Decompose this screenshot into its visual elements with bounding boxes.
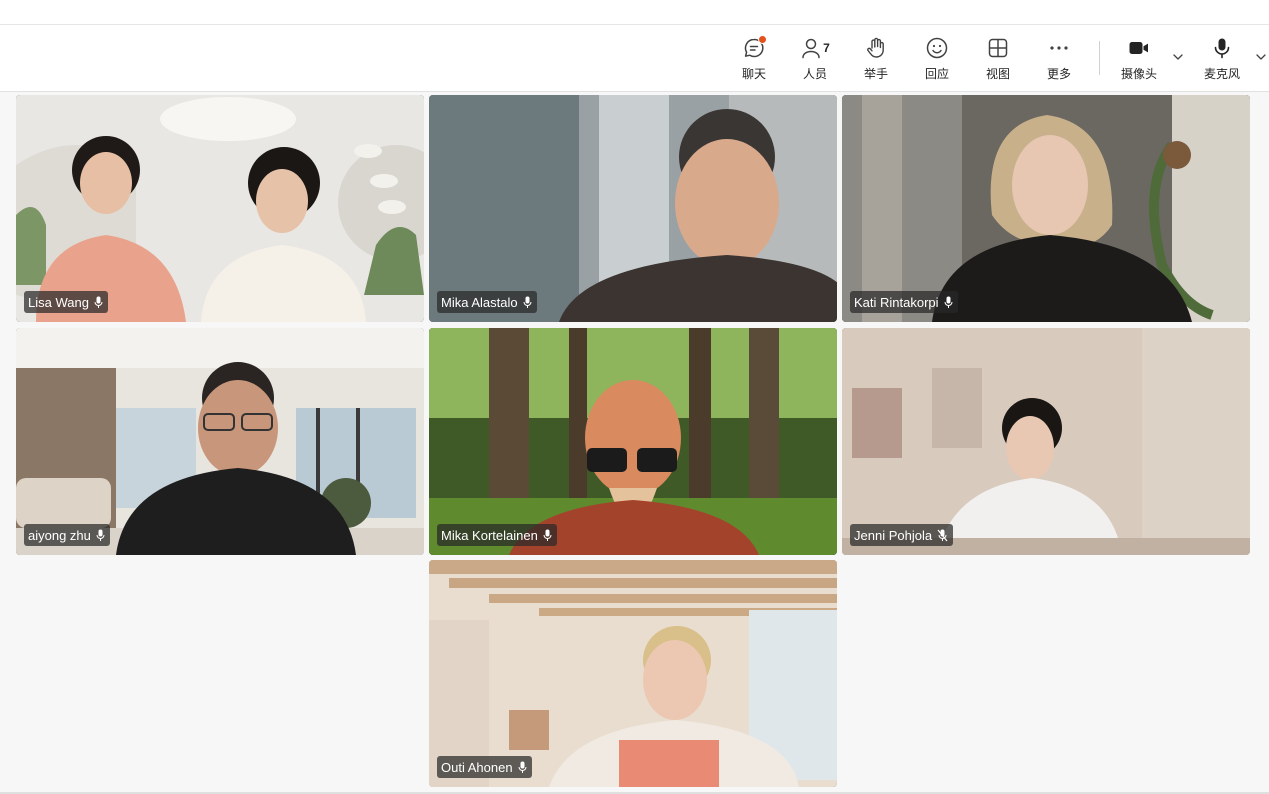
video-feed — [429, 560, 837, 787]
participant-name: Jenni Pohjola — [854, 527, 933, 543]
mic-options-chevron-icon[interactable] — [1254, 50, 1268, 64]
participant-tile-outi-ahonen[interactable]: Outi Ahonen — [429, 560, 837, 787]
participant-name: Outi Ahonen — [441, 759, 513, 775]
microphone-icon — [1214, 38, 1230, 59]
participant-name: Mika Alastalo — [441, 294, 518, 310]
chat-label: 聊天 — [741, 67, 766, 81]
participant-tile-mika-kortelainen[interactable]: Mika Kortelainen — [429, 328, 837, 555]
raise-hand-label: 举手 — [863, 67, 888, 81]
participant-tile-mika-alastalo[interactable]: Mika Alastalo — [429, 95, 837, 322]
react-button[interactable]: 回应 — [912, 35, 962, 85]
people-count: 7 — [823, 41, 830, 55]
raise-hand-button[interactable]: 举手 — [851, 35, 901, 85]
camera-button[interactable]: 摄像头 — [1114, 35, 1164, 85]
more-icon — [1050, 46, 1068, 50]
participant-nameplate: Outi Ahonen — [437, 756, 532, 778]
participant-name: Kati Rintakorpi — [854, 294, 939, 310]
react-label: 回应 — [924, 67, 949, 81]
mic-label: 麦克风 — [1203, 67, 1240, 81]
camera-label: 摄像头 — [1120, 67, 1157, 81]
participant-tile-jenni-pohjola[interactable]: Jenni Pohjola — [842, 328, 1250, 555]
participant-nameplate: Jenni Pohjola — [850, 524, 954, 546]
video-feed — [429, 95, 837, 322]
people-button[interactable]: 7 人员 — [790, 35, 840, 85]
participant-tile-lisa-wang[interactable]: Lisa Wang — [16, 95, 424, 322]
participant-nameplate: aiyong zhu — [24, 524, 110, 546]
mic-on-icon — [518, 761, 527, 774]
chat-button[interactable]: 聊天 — [729, 35, 779, 85]
video-feed — [16, 95, 424, 322]
video-feed — [429, 328, 837, 555]
toolbar-separator — [1099, 41, 1100, 75]
more-button[interactable]: 更多 — [1034, 35, 1084, 85]
mic-on-icon — [944, 296, 953, 309]
meeting-toolbar: 聊天 7 人员 举手 回应 视图 更多 摄像头 麦克风 — [0, 25, 1269, 92]
mic-on-icon — [523, 296, 532, 309]
video-feed — [16, 328, 424, 555]
mic-on-icon — [94, 296, 103, 309]
mic-button[interactable]: 麦克风 — [1197, 35, 1247, 85]
smile-icon — [926, 37, 948, 59]
more-label: 更多 — [1046, 67, 1071, 81]
participant-nameplate: Mika Kortelainen — [437, 524, 557, 546]
mic-on-icon — [543, 529, 552, 542]
participant-name: Mika Kortelainen — [441, 527, 538, 543]
camera-icon — [1129, 42, 1148, 54]
participant-name: Lisa Wang — [28, 294, 89, 310]
view-button[interactable]: 视图 — [973, 35, 1023, 85]
participant-tile-kati-rintakorpi[interactable]: Kati Rintakorpi — [842, 95, 1250, 322]
participant-nameplate: Mika Alastalo — [437, 291, 537, 313]
view-label: 视图 — [985, 67, 1010, 81]
grid-view-icon — [988, 38, 1008, 58]
video-grid: Lisa Wang Mika Alastalo Kati Rintakorpi … — [0, 92, 1269, 794]
mic-on-icon — [96, 529, 105, 542]
raise-hand-icon — [867, 37, 884, 58]
mic-muted-icon — [937, 529, 948, 542]
camera-options-chevron-icon[interactable] — [1171, 50, 1185, 64]
video-feed — [842, 328, 1250, 555]
participant-nameplate: Lisa Wang — [24, 291, 108, 313]
video-feed — [842, 95, 1250, 322]
people-label: 人员 — [802, 67, 827, 81]
people-icon — [802, 38, 820, 59]
top-strip — [0, 0, 1269, 25]
participant-name: aiyong zhu — [28, 527, 91, 543]
notification-dot — [758, 35, 767, 44]
participant-nameplate: Kati Rintakorpi — [850, 291, 958, 313]
participant-tile-aiyong-zhu[interactable]: aiyong zhu — [16, 328, 424, 555]
